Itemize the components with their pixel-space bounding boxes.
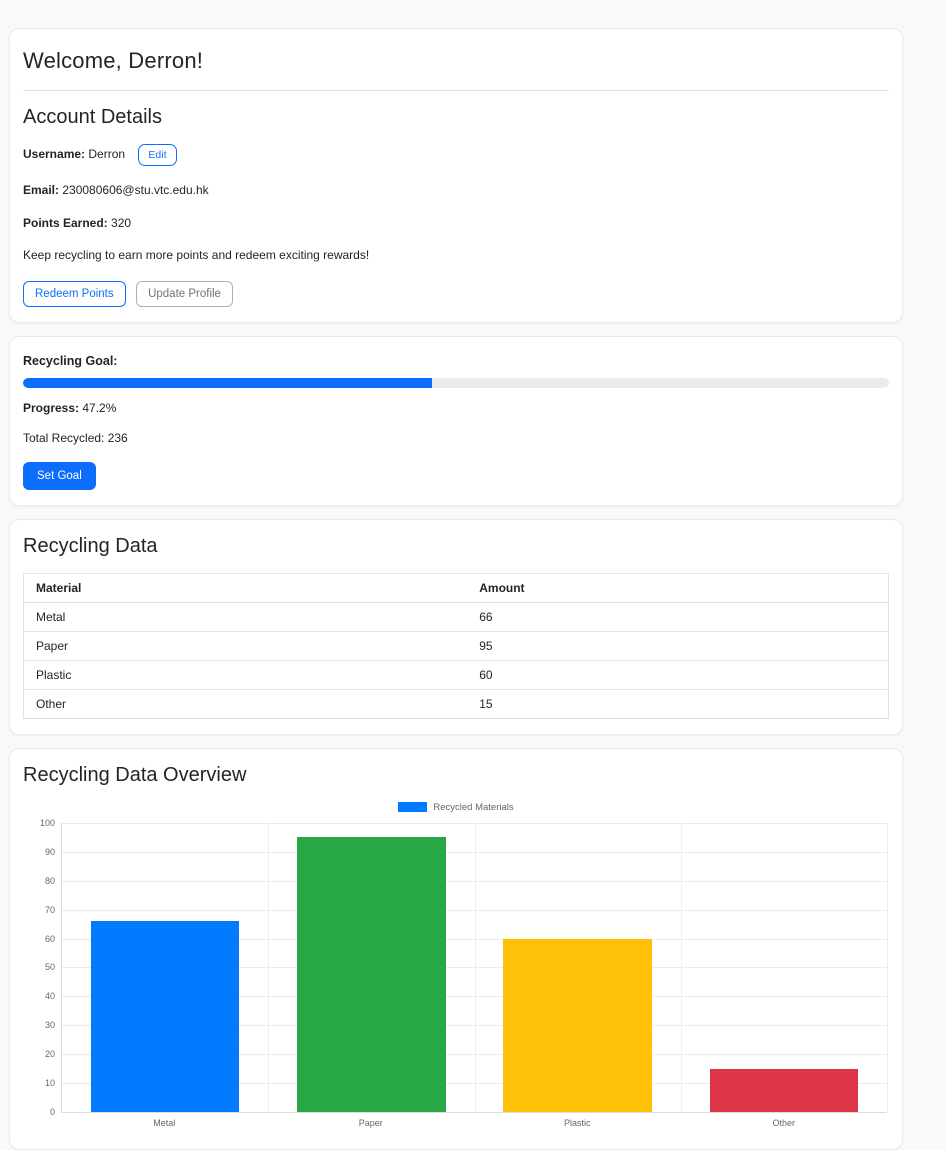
bar-other: [710, 1069, 859, 1112]
recycling-goal-card: Recycling Goal: Progress: 47.2% Total Re…: [9, 336, 903, 506]
y-axis-tick-label: 0: [50, 1107, 55, 1117]
recycling-table-body: Metal66Paper95Plastic60Other15: [24, 602, 889, 718]
material-cell: Metal: [24, 602, 468, 631]
amount-cell: 95: [467, 631, 888, 660]
x-axis-tick-label: Other: [681, 1118, 888, 1128]
set-goal-button[interactable]: Set Goal: [23, 462, 96, 490]
y-axis-tick-label: 60: [45, 934, 55, 944]
edit-username-button[interactable]: Edit: [138, 144, 176, 166]
amount-column-header: Amount: [467, 573, 888, 602]
x-axis-tick-label: Paper: [268, 1118, 475, 1128]
y-axis-tick-label: 40: [45, 991, 55, 1001]
y-axis-tick-label: 70: [45, 905, 55, 915]
table-row: Other15: [24, 689, 889, 718]
y-axis-tick-label: 20: [45, 1049, 55, 1059]
amount-cell: 15: [467, 689, 888, 718]
account-details-heading: Account Details: [23, 106, 889, 129]
points-value: 320: [111, 216, 131, 230]
legend-swatch: [398, 802, 427, 812]
material-cell: Plastic: [24, 660, 468, 689]
email-row: Email: 230080606@stu.vtc.edu.hk: [23, 183, 889, 199]
table-header-row: Material Amount: [24, 573, 889, 602]
y-axis-tick-label: 90: [45, 847, 55, 857]
divider: [23, 90, 889, 91]
recycling-table: Material Amount Metal66Paper95Plastic60O…: [23, 573, 889, 719]
recycling-goal-label: Recycling Goal:: [23, 354, 889, 368]
page-title: Welcome, Derron!: [23, 48, 889, 74]
points-label: Points Earned:: [23, 216, 108, 230]
gridline: [681, 823, 682, 1112]
bar-chart: 1009080706050403020100 MetalPaperPlastic…: [61, 823, 887, 1134]
progress-row: Progress: 47.2%: [23, 401, 889, 417]
table-row: Plastic60: [24, 660, 889, 689]
gridline: [887, 823, 888, 1112]
legend-label: Recycled Materials: [433, 802, 513, 813]
gridline: [475, 823, 476, 1112]
redeem-points-button[interactable]: Redeem Points: [23, 281, 126, 307]
gridline: [268, 823, 269, 1112]
chart-card: Recycling Data Overview Recycled Materia…: [9, 748, 903, 1150]
points-row: Points Earned: 320: [23, 216, 889, 232]
email-value: 230080606@stu.vtc.edu.hk: [62, 183, 208, 197]
goal-progress-bar: [23, 378, 889, 388]
bar-metal: [91, 921, 240, 1112]
update-profile-button[interactable]: Update Profile: [136, 281, 233, 307]
chart-legend: Recycled Materials: [23, 802, 889, 813]
progress-value: 47.2%: [82, 401, 116, 415]
y-axis-tick-label: 80: [45, 876, 55, 886]
chart-heading: Recycling Data Overview: [23, 764, 889, 787]
bar-plastic: [503, 939, 652, 1112]
chart-x-axis: MetalPaperPlasticOther: [61, 1118, 887, 1134]
account-actions: Redeem Points Update Profile: [23, 281, 889, 307]
table-row: Paper95: [24, 631, 889, 660]
dashboard-page: Welcome, Derron! Account Details Usernam…: [9, 28, 903, 1150]
recycling-data-heading: Recycling Data: [23, 535, 889, 558]
progress-label: Progress:: [23, 401, 79, 415]
username-value: Derron: [88, 147, 125, 161]
recycling-data-card: Recycling Data Material Amount Metal66Pa…: [9, 519, 903, 735]
material-cell: Other: [24, 689, 468, 718]
total-recycled-text: Total Recycled: 236: [23, 431, 889, 447]
amount-cell: 66: [467, 602, 888, 631]
material-column-header: Material: [24, 573, 468, 602]
x-axis-tick-label: Metal: [61, 1118, 268, 1128]
y-axis-tick-label: 100: [40, 818, 55, 828]
username-row: Username: Derron Edit: [23, 144, 889, 166]
x-axis-tick-label: Plastic: [474, 1118, 681, 1128]
goal-progress-fill: [23, 378, 432, 388]
table-row: Metal66: [24, 602, 889, 631]
email-label: Email:: [23, 183, 59, 197]
motivation-text: Keep recycling to earn more points and r…: [23, 248, 889, 264]
y-axis-tick-label: 50: [45, 962, 55, 972]
bar-paper: [297, 837, 446, 1112]
chart-plot: 1009080706050403020100: [61, 823, 887, 1113]
y-axis-tick-label: 30: [45, 1020, 55, 1030]
material-cell: Paper: [24, 631, 468, 660]
username-label: Username:: [23, 147, 85, 161]
welcome-card: Welcome, Derron! Account Details Usernam…: [9, 28, 903, 323]
amount-cell: 60: [467, 660, 888, 689]
